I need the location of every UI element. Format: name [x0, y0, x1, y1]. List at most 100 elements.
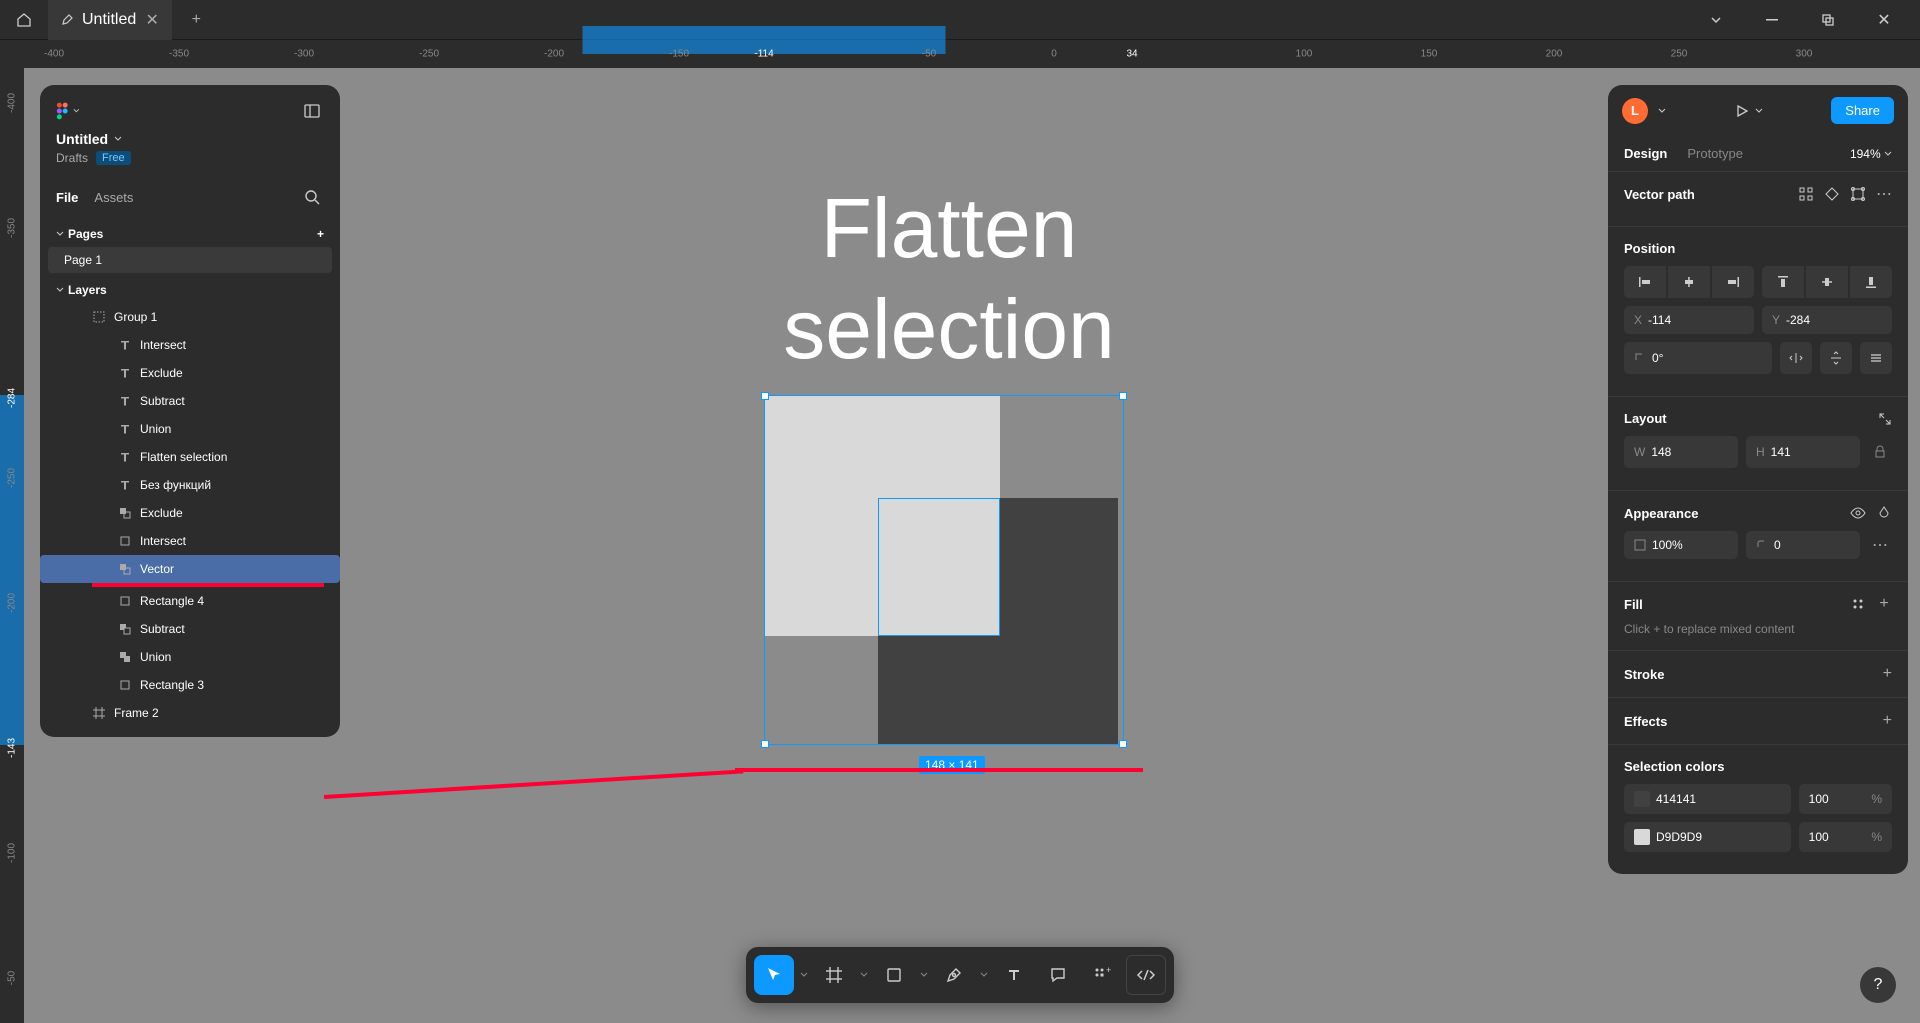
layer-item[interactable]: Rectangle 4: [40, 587, 340, 615]
help-button[interactable]: ?: [1860, 967, 1896, 1003]
visibility-icon[interactable]: [1850, 505, 1866, 521]
align-left-button[interactable]: [1624, 266, 1666, 298]
layer-type-icon: [118, 678, 132, 692]
layer-item[interactable]: Intersect: [40, 331, 340, 359]
layer-item[interactable]: Intersect: [40, 527, 340, 555]
pages-section[interactable]: Pages +: [40, 217, 340, 247]
layer-item[interactable]: Subtract: [40, 615, 340, 643]
layer-item[interactable]: Union: [40, 643, 340, 671]
tab-file[interactable]: File: [56, 190, 78, 205]
flip-h-toggle[interactable]: [1780, 342, 1812, 374]
align-center-v-button[interactable]: [1806, 266, 1848, 298]
chevron-down-icon[interactable]: [1658, 107, 1666, 115]
layer-item[interactable]: Exclude: [40, 359, 340, 387]
close-tab-icon[interactable]: ✕: [144, 12, 160, 28]
text-tool[interactable]: [994, 955, 1034, 995]
align-top-button[interactable]: [1762, 266, 1804, 298]
search-icon[interactable]: [300, 185, 324, 209]
chevron-down-icon[interactable]: [1696, 0, 1736, 40]
free-badge[interactable]: Free: [96, 151, 131, 165]
x-position-input[interactable]: X-114: [1624, 306, 1754, 334]
more-position-options[interactable]: [1860, 342, 1892, 374]
add-page-button[interactable]: +: [317, 227, 324, 241]
move-tool[interactable]: [754, 955, 794, 995]
svg-text:+: +: [1106, 966, 1111, 975]
styles-icon[interactable]: [1850, 596, 1866, 612]
frame-tool-dropdown[interactable]: [858, 955, 870, 995]
flip-v-toggle[interactable]: [1820, 342, 1852, 374]
avatar[interactable]: L: [1622, 98, 1648, 124]
shape-tool[interactable]: [874, 955, 914, 995]
layer-item[interactable]: Frame 2: [40, 699, 340, 727]
blend-mode-icon[interactable]: [1876, 505, 1892, 521]
document-tab[interactable]: Untitled ✕: [48, 0, 172, 40]
align-center-h-button[interactable]: [1668, 266, 1710, 298]
add-stroke-button[interactable]: +: [1883, 665, 1892, 683]
layer-item[interactable]: Flatten selection: [40, 443, 340, 471]
selection-handle-sw[interactable]: [761, 740, 769, 748]
add-fill-button[interactable]: +: [1876, 596, 1892, 612]
chevron-down-icon[interactable]: [1755, 107, 1763, 115]
tab-assets[interactable]: Assets: [94, 190, 133, 205]
pen-tool-dropdown[interactable]: [978, 955, 990, 995]
page-item[interactable]: Page 1: [48, 247, 332, 273]
edit-vector-icon[interactable]: [1850, 186, 1866, 202]
layer-item[interactable]: Union: [40, 415, 340, 443]
figma-logo-menu[interactable]: [56, 99, 80, 123]
layer-label: Flatten selection: [140, 450, 227, 464]
tab-prototype[interactable]: Prototype: [1687, 146, 1743, 161]
rotation-input[interactable]: 0°: [1624, 342, 1772, 374]
zoom-level[interactable]: 194%: [1850, 147, 1892, 161]
width-input[interactable]: W148: [1624, 436, 1738, 468]
position-label: Position: [1624, 241, 1892, 256]
tab-design[interactable]: Design: [1624, 146, 1667, 161]
layers-section[interactable]: Layers: [40, 273, 340, 303]
project-title[interactable]: Untitled: [56, 131, 108, 147]
auto-layout-icon[interactable]: [1878, 412, 1892, 426]
frame-tool[interactable]: [814, 955, 854, 995]
dev-mode-tool[interactable]: [1126, 955, 1166, 995]
layer-item[interactable]: Exclude: [40, 499, 340, 527]
align-bottom-button[interactable]: [1850, 266, 1892, 298]
component-icon[interactable]: [1798, 186, 1814, 202]
layer-item[interactable]: Group 1: [40, 303, 340, 331]
layer-item[interactable]: Rectangle 3: [40, 671, 340, 699]
height-input[interactable]: H141: [1746, 436, 1860, 468]
actions-tool[interactable]: +: [1082, 955, 1122, 995]
layer-item[interactable]: Subtract: [40, 387, 340, 415]
minimize-button[interactable]: [1752, 0, 1792, 40]
align-right-button[interactable]: [1712, 266, 1754, 298]
selection-handle-ne[interactable]: [1119, 392, 1127, 400]
shape-tool-dropdown[interactable]: [918, 955, 930, 995]
opacity-input[interactable]: 100%: [1624, 531, 1738, 559]
more-appearance[interactable]: ⋯: [1868, 531, 1892, 559]
layer-item[interactable]: Vector: [40, 555, 340, 583]
y-position-input[interactable]: Y-284: [1762, 306, 1892, 334]
lock-aspect-button[interactable]: [1868, 436, 1892, 468]
move-tool-dropdown[interactable]: [798, 955, 810, 995]
more-icon[interactable]: ⋯: [1876, 186, 1892, 202]
selection-handle-nw[interactable]: [761, 392, 769, 400]
selection-color-item[interactable]: D9D9D9 100%: [1624, 822, 1892, 852]
selection-color-item[interactable]: 414141 100%: [1624, 784, 1892, 814]
annotation-line-2: [324, 769, 743, 799]
color-swatch: [1634, 829, 1650, 845]
variant-icon[interactable]: [1824, 186, 1840, 202]
maximize-button[interactable]: [1808, 0, 1848, 40]
play-icon[interactable]: [1735, 104, 1749, 118]
chevron-down-icon[interactable]: [114, 135, 122, 143]
ruler-horizontal: -400 -350 -300 -250 -200 -150 -114 -50 0…: [24, 40, 1920, 68]
panel-layout-icon[interactable]: [300, 99, 324, 123]
drafts-label[interactable]: Drafts: [56, 151, 88, 165]
comment-tool[interactable]: [1038, 955, 1078, 995]
close-window-button[interactable]: ✕: [1864, 0, 1904, 40]
layer-item[interactable]: Без функций: [40, 471, 340, 499]
add-tab-button[interactable]: +: [188, 12, 204, 28]
inner-selection-box: [878, 498, 1000, 636]
share-button[interactable]: Share: [1831, 97, 1894, 124]
selection-handle-se[interactable]: [1119, 740, 1127, 748]
home-button[interactable]: [0, 0, 48, 40]
corner-radius-input[interactable]: 0: [1746, 531, 1860, 559]
pen-tool[interactable]: [934, 955, 974, 995]
add-effect-button[interactable]: +: [1883, 712, 1892, 730]
